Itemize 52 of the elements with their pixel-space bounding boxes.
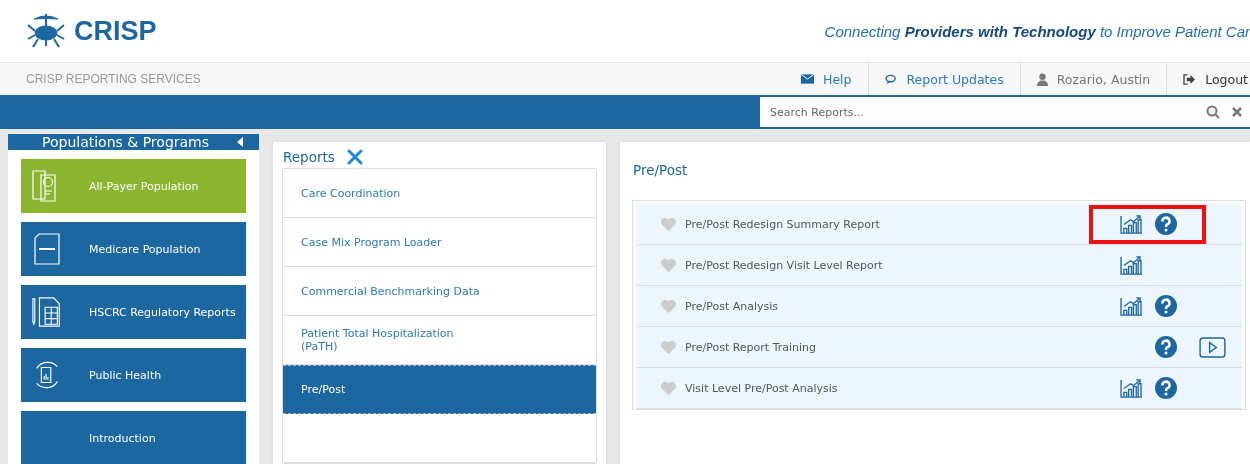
report-row[interactable]: Visit Level Pre/Post Analysis (636, 368, 1242, 409)
help-icon[interactable] (1155, 377, 1177, 399)
search-icon[interactable] (1206, 105, 1220, 119)
search-field[interactable]: Search Reports... (760, 97, 1250, 127)
panel-title: Reports (283, 149, 335, 165)
report-row[interactable]: Pre/Post Redesign Summary Report (636, 204, 1242, 245)
sidebar-item-label: All-Payer Population (89, 179, 199, 193)
search-input[interactable]: Search Reports... (768, 104, 1194, 120)
help-icon[interactable] (1155, 295, 1177, 317)
pencil-calculator-icon (31, 296, 63, 328)
tools-icon[interactable] (346, 149, 363, 165)
crab-logo-icon (26, 13, 66, 49)
sidebar-item-label: Introduction (89, 431, 156, 445)
report-name: Pre/Post Report Training (685, 340, 818, 354)
help-icon[interactable] (1155, 336, 1177, 358)
bar-chart-icon[interactable] (1120, 378, 1143, 398)
bar-chart-icon[interactable] (1120, 214, 1143, 234)
sidebar-item-label: HSCRC Regulatory Reports (89, 305, 236, 319)
panel-title: Pre/Post (633, 162, 688, 178)
report-name: Pre/Post Redesign Visit Level Report (685, 258, 884, 272)
collapse-caret-icon[interactable] (237, 137, 243, 147)
chat-icon (884, 73, 898, 85)
bar-chart-icon[interactable] (1120, 255, 1143, 275)
card-document-icon (34, 233, 60, 265)
sidebar-title: Populations & Programs (42, 134, 210, 150)
sidebar-item[interactable]: Medicare Population (21, 222, 246, 276)
report-name: Pre/Post Analysis (685, 299, 780, 313)
play-video-icon[interactable] (1199, 336, 1226, 358)
report-name: Visit Level Pre/Post Analysis (685, 381, 839, 395)
report-row[interactable]: Pre/Post Report Training (636, 327, 1242, 368)
sidebar-item[interactable]: Introduction (21, 411, 246, 464)
bar-chart-icon[interactable] (1120, 296, 1143, 316)
services-title: CRISP REPORTING SERVICES (26, 72, 201, 86)
report-category[interactable]: Case Mix Program Loader (283, 218, 596, 267)
sidebar-item[interactable]: Public Health (21, 348, 246, 402)
tagline: Connecting Providers with Technology to Improve Patient Car (824, 22, 1250, 40)
brand-name: CRISP (74, 15, 157, 47)
report-category[interactable]: Pre/Post (283, 365, 596, 414)
report-name: Pre/Post Redesign Summary Report (685, 217, 881, 231)
nav-link[interactable]: Help (785, 63, 868, 95)
envelope-icon (801, 74, 814, 84)
sign-out-icon (1183, 73, 1197, 85)
sidebar-item-label: Public Health (89, 368, 162, 382)
help-icon[interactable] (1155, 213, 1177, 235)
sidebar-item-label: Medicare Population (89, 242, 201, 256)
report-row[interactable]: Pre/Post Redesign Visit Level Report (636, 245, 1242, 286)
report-row[interactable]: Pre/Post Analysis (636, 286, 1242, 327)
user-icon (1036, 72, 1048, 86)
sidebar-item[interactable]: HSCRC Regulatory Reports (21, 285, 246, 339)
report-category[interactable]: Care Coordination (283, 169, 596, 218)
close-icon[interactable] (1232, 107, 1242, 117)
report-category[interactable]: Commercial Benchmarking Data (283, 267, 596, 316)
